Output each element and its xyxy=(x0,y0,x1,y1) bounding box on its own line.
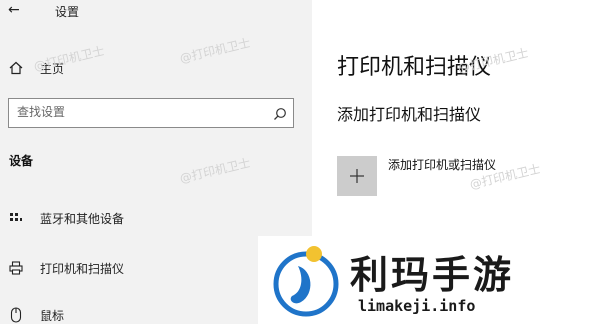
logo-domain-text: limakeji.info xyxy=(358,297,476,315)
keyboard-icon xyxy=(8,211,24,225)
sidebar-item-label: 打印机和扫描仪 xyxy=(40,261,125,276)
logo-chinese-text: 利玛手游 xyxy=(350,253,515,297)
logo-emblem-icon xyxy=(268,242,344,322)
home-icon xyxy=(8,61,24,75)
sidebar-item-bluetooth[interactable]: 蓝牙和其他设备 xyxy=(0,198,312,238)
search-box[interactable] xyxy=(8,98,294,128)
add-printer-button[interactable] xyxy=(337,156,377,196)
plus-icon xyxy=(350,169,364,183)
search-icon[interactable] xyxy=(273,106,287,125)
section-title-devices: 设备 xyxy=(9,154,34,168)
search-input[interactable] xyxy=(17,105,267,119)
title-bar: ← 设置 xyxy=(0,0,312,26)
mouse-icon xyxy=(8,307,24,323)
window-title: 设置 xyxy=(55,5,80,19)
printer-icon xyxy=(8,261,24,275)
sidebar-item-label: 鼠标 xyxy=(40,308,65,323)
sidebar-item-label: 蓝牙和其他设备 xyxy=(40,211,125,226)
site-logo-banner: 利玛手游 limakeji.info xyxy=(258,236,600,324)
back-arrow-icon[interactable]: ← xyxy=(8,2,20,18)
section-heading: 添加打印机和扫描仪 xyxy=(337,105,482,124)
add-printer-label[interactable]: 添加打印机或扫描仪 xyxy=(388,156,496,173)
